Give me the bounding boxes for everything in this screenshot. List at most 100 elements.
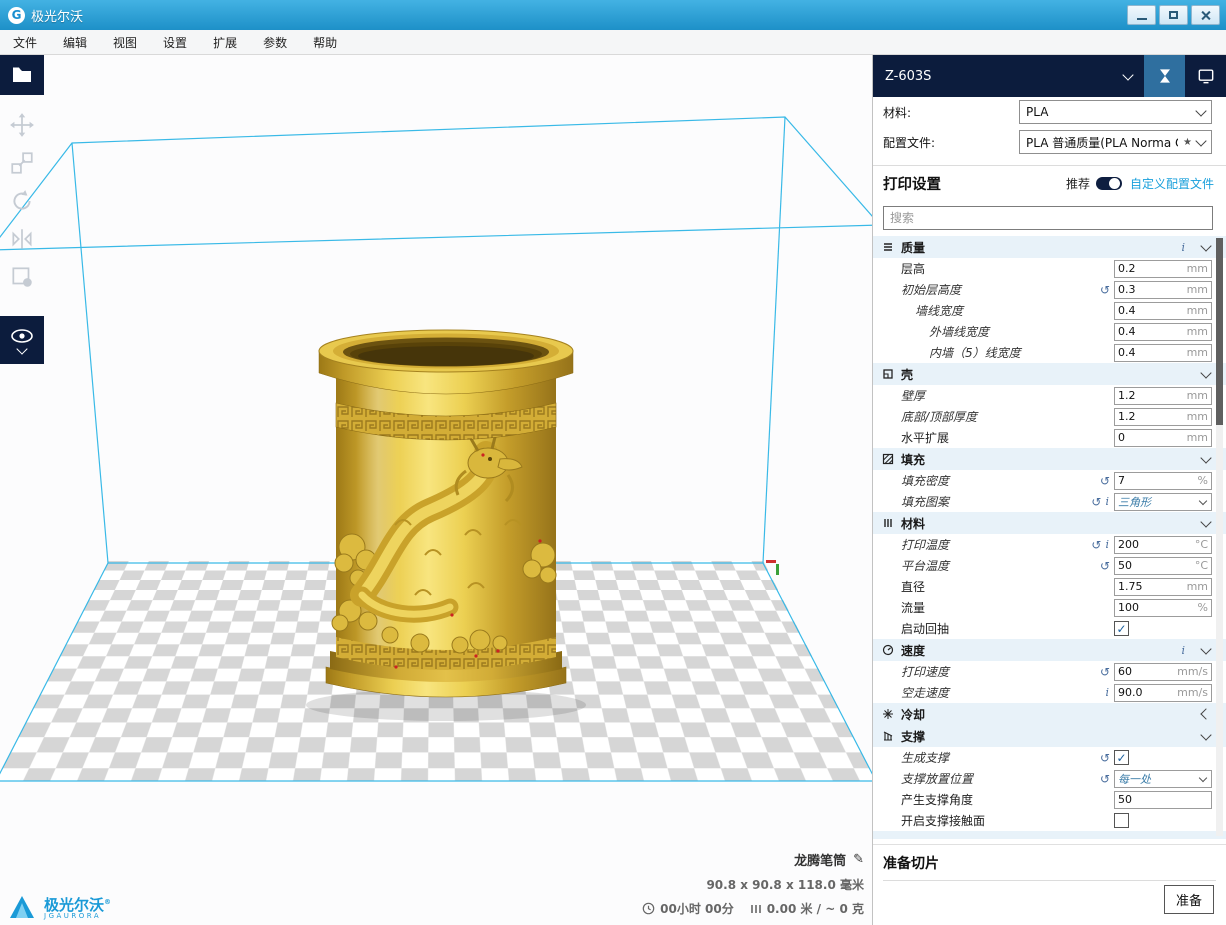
info-icon[interactable]: i (1105, 495, 1109, 508)
setting-input[interactable]: 90.0mm/s (1114, 684, 1212, 702)
reset-icon[interactable]: ↺ (1100, 666, 1110, 678)
recommended-custom-toggle[interactable] (1096, 177, 1122, 190)
minimize-button[interactable] (1127, 5, 1156, 25)
material-dropdown[interactable]: PLA (1019, 100, 1212, 124)
scrollbar-thumb[interactable] (1216, 238, 1223, 425)
minimize-icon (1137, 18, 1147, 20)
reset-icon[interactable]: ↺ (1100, 752, 1110, 764)
rotate-tool-button[interactable] (0, 182, 44, 220)
prepare-stage-button[interactable] (1144, 55, 1185, 97)
reset-icon[interactable]: ↺ (1100, 475, 1110, 487)
menu-extensions[interactable]: 扩展 (200, 30, 250, 54)
menu-edit[interactable]: 编辑 (50, 30, 100, 54)
section-header-support[interactable]: 支撑 (873, 725, 1226, 747)
category-label: 材料 (901, 515, 925, 532)
menu-settings[interactable]: 设置 (150, 30, 200, 54)
mirror-tool-button[interactable] (0, 220, 44, 258)
checkbox[interactable]: ✓ (1114, 750, 1129, 765)
info-icon[interactable]: i (1181, 241, 1185, 254)
chevron-down-icon (1200, 729, 1211, 740)
reset-icon[interactable]: ↺ (1091, 496, 1101, 508)
setting-input[interactable]: 1.2mm (1114, 408, 1212, 426)
info-icon[interactable]: i (1105, 686, 1109, 699)
setting-dropdown[interactable]: 三角形 (1114, 493, 1212, 511)
setting-input[interactable]: 7% (1114, 472, 1212, 490)
maximize-button[interactable] (1159, 5, 1188, 25)
material-value: PLA (1026, 105, 1192, 119)
setting-label: 平台温度 (873, 557, 949, 574)
section-header-partial[interactable] (873, 831, 1226, 839)
setting-unit: mm (1187, 283, 1211, 296)
section-header-quality[interactable]: 质量 i (873, 236, 1226, 258)
settings-scrollbar[interactable] (1216, 238, 1223, 836)
per-model-settings-button[interactable] (0, 258, 44, 296)
mirror-icon (9, 226, 35, 252)
print-time: 00小时 00分 (660, 900, 734, 917)
reset-icon[interactable]: ↺ (1100, 284, 1110, 296)
view-mode-button[interactable] (0, 316, 44, 364)
custom-profile-link[interactable]: 自定义配置文件 (1130, 175, 1214, 192)
section-header-shell[interactable]: 壳 (873, 363, 1226, 385)
section-header-speed[interactable]: 速度 i (873, 639, 1226, 661)
settings-list: 质量 i 层高 0.2mm 初始层高度 ↺ 0.3mm 墙线宽度 0.4mm (873, 236, 1226, 839)
setting-input[interactable]: 1.2mm (1114, 387, 1212, 405)
info-icon[interactable]: i (1181, 644, 1185, 657)
printer-dropdown[interactable]: Z-603S (873, 55, 1144, 97)
move-tool-button[interactable] (0, 106, 44, 144)
setting-label: 空走速度 (873, 684, 949, 701)
scene-overlay (0, 55, 872, 925)
chevron-down-icon (1195, 135, 1206, 146)
brand-logo: 极光尔沃® JGAURORA (8, 893, 111, 920)
material-row: 材料: PLA (873, 97, 1226, 127)
setting-input[interactable]: 200°C (1114, 536, 1212, 554)
menu-parameters[interactable]: 参数 (250, 30, 300, 54)
search-input[interactable] (883, 206, 1213, 230)
setting-input[interactable]: 0.2mm (1114, 260, 1212, 278)
setting-input[interactable]: 50 (1114, 791, 1212, 809)
setting-input[interactable]: 1.75mm (1114, 578, 1212, 596)
panel-header: Z-603S (873, 55, 1226, 97)
monitor-stage-button[interactable] (1185, 55, 1226, 97)
prepare-button[interactable]: 准备 (1164, 885, 1214, 914)
checkbox[interactable]: ✓ (1114, 621, 1129, 636)
scale-tool-button[interactable] (0, 144, 44, 182)
setting-value: 0.4 (1115, 346, 1187, 359)
menu-file[interactable]: 文件 (0, 30, 50, 54)
menubar: 文件 编辑 视图 设置 扩展 参数 帮助 (0, 30, 1226, 55)
reset-icon[interactable]: ↺ (1100, 773, 1110, 785)
model-dragon-pen-holder[interactable] (306, 330, 586, 721)
info-icon[interactable]: i (1105, 538, 1109, 551)
category-label: 壳 (901, 366, 913, 383)
setting-label: 开启支撑接触面 (873, 812, 985, 829)
per-model-settings-icon (9, 264, 35, 290)
setting-row: 内墙（5）线宽度 0.4mm (873, 342, 1226, 363)
menu-view[interactable]: 视图 (100, 30, 150, 54)
setting-dropdown[interactable]: 每一处 (1114, 770, 1212, 788)
setting-input[interactable]: 0.4mm (1114, 344, 1212, 362)
setting-input[interactable]: 0.3mm (1114, 281, 1212, 299)
checkbox[interactable] (1114, 813, 1129, 828)
speed-icon (881, 644, 894, 657)
section-header-infill[interactable]: 填充 (873, 448, 1226, 470)
setting-input[interactable]: 0mm (1114, 429, 1212, 447)
section-header-material[interactable]: 材料 (873, 512, 1226, 534)
setting-input[interactable]: 0.4mm (1114, 302, 1212, 320)
close-button[interactable] (1191, 5, 1220, 25)
reset-icon[interactable]: ↺ (1091, 539, 1101, 551)
setting-row: 支撑放置位置 ↺ 每一处 (873, 768, 1226, 789)
folder-icon (10, 63, 34, 87)
open-file-button[interactable] (0, 55, 44, 95)
rename-pencil-icon[interactable]: ✎ (853, 852, 864, 867)
setting-input[interactable]: 60mm/s (1114, 663, 1212, 681)
setting-input[interactable]: 100% (1114, 599, 1212, 617)
menu-help[interactable]: 帮助 (300, 30, 350, 54)
section-header-cooling[interactable]: 冷却 (873, 703, 1226, 725)
setting-label: 底部/顶部厚度 (873, 408, 977, 425)
jgaurora-logo-icon (8, 893, 38, 920)
profile-value: PLA 普通质量(PLA Norma Qua (1026, 134, 1178, 151)
reset-icon[interactable]: ↺ (1100, 560, 1110, 572)
setting-input[interactable]: 0.4mm (1114, 323, 1212, 341)
setting-input[interactable]: 50°C (1114, 557, 1212, 575)
profile-row: 配置文件: PLA 普通质量(PLA Norma Qua ★ (873, 127, 1226, 157)
profile-dropdown[interactable]: PLA 普通质量(PLA Norma Qua ★ (1019, 130, 1212, 154)
